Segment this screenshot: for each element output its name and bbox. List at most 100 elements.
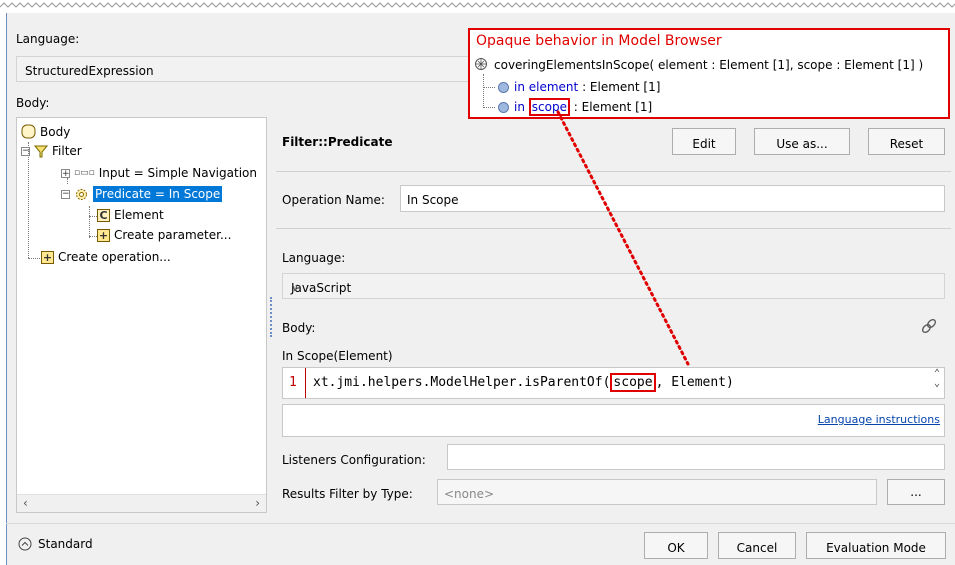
navigation-icon: ▫▭▫ <box>74 168 95 178</box>
expand-icon[interactable]: + <box>61 168 70 178</box>
add-icon: + <box>97 228 110 242</box>
code-suffix: , Element) <box>655 375 734 390</box>
annotation-tree-line <box>483 87 495 88</box>
operation-name-input[interactable]: In Scope <box>400 185 945 212</box>
results-filter-more-button[interactable]: ... <box>887 479 945 505</box>
link-icon[interactable] <box>921 318 937 334</box>
param2-in: in <box>514 100 529 114</box>
reset-button-label: Reset <box>889 137 924 151</box>
filter-icon <box>34 145 48 158</box>
annotation-tree-line <box>483 107 495 108</box>
cancel-button-label: Cancel <box>736 541 778 555</box>
annotation-param-element: in element : Element [1] <box>498 80 660 94</box>
script-language-combo[interactable]: JavaScript ∨ <box>282 273 945 299</box>
class-icon: C <box>97 208 110 222</box>
code-scroll-icon[interactable]: ⌃ ⌄ <box>934 369 940 389</box>
standard-label: Standard <box>38 537 93 551</box>
gear-icon <box>76 188 87 200</box>
description-area[interactable]: Language instructions <box>282 404 945 437</box>
panel-title: Filter::Predicate <box>282 135 393 149</box>
body-label: Body: <box>16 96 50 110</box>
tree-line <box>28 142 29 258</box>
language-label: Language: <box>16 32 80 46</box>
tree-item-create-parameter[interactable]: + Create parameter... <box>97 228 231 242</box>
body-icon <box>21 124 36 139</box>
parameter-icon <box>498 81 509 93</box>
cancel-button[interactable]: Cancel <box>718 532 796 559</box>
divider <box>276 171 951 172</box>
language-instructions-link[interactable]: Language instructions <box>818 413 940 426</box>
add-icon: + <box>41 250 54 264</box>
results-filter-value: <none> <box>444 487 495 501</box>
ok-button[interactable]: OK <box>644 532 708 559</box>
tree-horizontal-scrollbar[interactable]: ‹ › <box>17 494 266 512</box>
code-param-scope: scope <box>610 373 656 392</box>
gutter-line <box>305 368 306 398</box>
torn-edge <box>0 0 955 8</box>
more-button-label: ... <box>910 485 922 499</box>
param2-name: scope <box>528 98 570 116</box>
language-value: StructuredExpression <box>25 64 154 78</box>
code-editor[interactable]: 1 xt.jmi.helpers.ModelHelper.isParentOf(… <box>282 367 945 399</box>
tree-item-input[interactable]: + ▫▭▫ Input = Simple Navigation <box>61 166 257 180</box>
language-combo[interactable]: StructuredExpression <box>16 56 476 82</box>
chevron-up-circle-icon <box>18 537 32 551</box>
reset-button[interactable]: Reset <box>868 128 945 155</box>
tree-item-body[interactable]: Body <box>21 124 70 139</box>
chevron-down-icon: ∨ <box>291 281 300 294</box>
tree-item-label: Create operation... <box>58 250 171 264</box>
divider <box>276 228 951 229</box>
parameter-icon <box>498 101 509 113</box>
tree-line <box>89 236 97 237</box>
annotation-param-scope: in scope : Element [1] <box>498 98 653 116</box>
opaque-behavior-icon <box>475 58 487 70</box>
tree-item-label: Input = Simple Navigation <box>98 166 257 180</box>
param1-prefix: in element <box>514 80 579 94</box>
annotation-tree-line <box>483 74 484 108</box>
results-filter-input[interactable]: <none> <box>437 479 877 505</box>
tree-item-label: Filter <box>52 144 82 158</box>
evaluation-mode-button[interactable]: Evaluation Mode <box>806 532 946 559</box>
line-number: 1 <box>289 375 297 390</box>
operation-name-value: In Scope <box>407 193 459 207</box>
tree-item-filter[interactable]: − Filter <box>21 144 82 158</box>
tree-line <box>28 258 40 259</box>
script-language-label: Language: <box>282 251 346 265</box>
collapse-icon[interactable]: − <box>61 189 70 199</box>
listeners-input[interactable] <box>447 444 945 470</box>
tree-item-predicate[interactable]: − Predicate = In Scope <box>61 186 223 202</box>
param2-suffix: : Element [1] <box>569 100 653 114</box>
results-filter-label: Results Filter by Type: <box>282 487 413 501</box>
scroll-right-icon[interactable]: › <box>255 496 260 510</box>
annotation-title: Opaque behavior in Model Browser <box>476 33 722 49</box>
annotation-callout: Opaque behavior in Model Browser coverin… <box>468 28 950 119</box>
script-body-label: Body: <box>282 321 316 335</box>
tree-item-create-operation[interactable]: + Create operation... <box>41 250 171 264</box>
annotation-operation: coveringElementsInScope( element : Eleme… <box>474 57 923 73</box>
tree-item-label: Create parameter... <box>114 228 232 242</box>
scroll-left-icon[interactable]: ‹ <box>23 496 28 510</box>
tree-line <box>89 206 90 238</box>
signature-label: In Scope(Element) <box>282 349 393 363</box>
standard-toggle[interactable]: Standard <box>18 537 93 551</box>
edit-button[interactable]: Edit <box>672 128 736 155</box>
tree-item-label-selected: Predicate = In Scope <box>93 186 223 202</box>
tree-item-label: Body <box>40 124 71 139</box>
tree-item-element[interactable]: C Element <box>97 208 164 222</box>
use-as-button-label: Use as... <box>776 137 828 151</box>
use-as-button[interactable]: Use as... <box>754 128 850 155</box>
listeners-label: Listeners Configuration: <box>282 453 426 467</box>
edit-button-label: Edit <box>692 137 716 151</box>
splitter-handle[interactable] <box>270 297 272 337</box>
param1-suffix: : Element [1] <box>578 80 661 94</box>
divider <box>6 523 955 524</box>
operation-name-label: Operation Name: <box>282 193 385 207</box>
code-prefix: xt.jmi.helpers.ModelHelper.isParentOf( <box>313 375 611 390</box>
body-tree[interactable]: Body − Filter + ▫▭▫ Input = Simple Navig… <box>16 117 267 513</box>
tree-item-label: Element <box>114 208 164 222</box>
annotation-operation-text: coveringElementsInScope( element : Eleme… <box>494 58 924 72</box>
ok-button-label: OK <box>667 541 685 555</box>
tree-line <box>89 216 97 217</box>
collapse-icon[interactable]: − <box>21 146 30 156</box>
code-line: xt.jmi.helpers.ModelHelper.isParentOf(sc… <box>313 373 734 392</box>
